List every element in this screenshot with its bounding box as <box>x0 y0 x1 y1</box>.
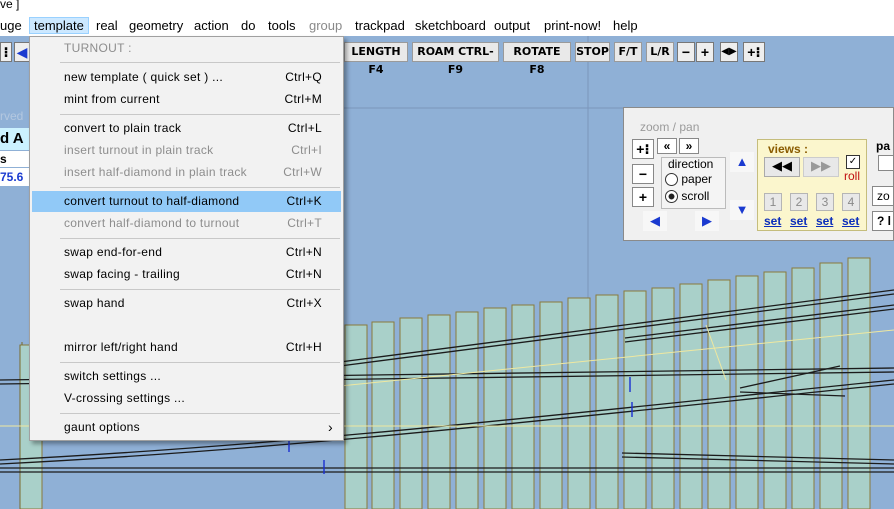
zoom-plus-icon[interactable]: + <box>632 187 654 207</box>
insert-turnout-item[interactable]: insert turnout in plain track Ctrl+I <box>32 140 341 161</box>
mint-from-current-item[interactable]: mint from current Ctrl+M <box>32 89 341 110</box>
convert-plain-track-item[interactable]: convert to plain track Ctrl+L <box>32 118 341 139</box>
menu-geometry[interactable]: geometry <box>125 17 187 34</box>
convert-to-half-diamond-item[interactable]: convert turnout to half-diamond Ctrl+K <box>32 191 341 212</box>
title-bar: ve ] <box>0 0 894 14</box>
direction-label: direction <box>668 157 714 171</box>
view-1-button[interactable]: 1 <box>764 193 782 211</box>
scroll-option[interactable]: scroll <box>665 189 710 204</box>
menu-template[interactable]: template <box>29 17 89 34</box>
menu-separator <box>60 238 340 239</box>
direction-group: direction paper scroll <box>661 157 726 209</box>
views-back-icon[interactable]: ◀◀ <box>764 157 800 177</box>
gaunt-options-item[interactable]: gaunt options › <box>32 417 341 438</box>
paper-label: paper <box>681 172 713 186</box>
roam-button[interactable]: ROAM CTRL-F9 <box>412 42 499 76</box>
zoom-help-button[interactable]: ? l <box>872 211 894 231</box>
left-panel-info: s nov <box>0 151 30 167</box>
scroll-label: scroll <box>681 189 710 203</box>
pan-left-icon[interactable]: ◀ <box>643 211 667 231</box>
add-mark-icon[interactable]: +⁝ <box>743 42 765 62</box>
pan-down-icon[interactable]: ▼ <box>730 200 754 220</box>
menu-print-now[interactable]: print-now! <box>540 17 605 34</box>
view-3-set[interactable]: set <box>816 214 833 228</box>
toolbar-back-icon[interactable]: ◀ <box>14 42 30 62</box>
view-2-set[interactable]: set <box>790 214 807 228</box>
zoom-button[interactable]: zo <box>872 186 894 206</box>
swap-end-for-end-item[interactable]: swap end-for-end Ctrl+N <box>32 242 341 263</box>
swap-hand-item[interactable]: swap hand Ctrl+X <box>32 293 341 314</box>
menu-sketchboard[interactable]: sketchboard <box>411 17 490 34</box>
menu-separator <box>60 62 340 63</box>
pan-up-icon[interactable]: ▲ <box>730 152 754 172</box>
toolbar-left-icon[interactable]: ⁝ <box>0 42 12 62</box>
pan-widget[interactable] <box>878 155 894 171</box>
roll-checkbox[interactable]: ✓ <box>846 155 860 169</box>
paper-radio-icon[interactable] <box>665 173 678 187</box>
new-template-item[interactable]: new template ( quick set ) ... Ctrl+Q <box>32 67 341 88</box>
menu-separator <box>60 413 340 414</box>
window-title: ve ] <box>0 0 20 11</box>
views-forward-icon[interactable]: ▶▶ <box>803 157 839 177</box>
fast-forward-icon[interactable]: » <box>679 138 699 154</box>
rewind-icon[interactable]: « <box>657 138 677 154</box>
left-panel-status: rved <box>0 107 30 126</box>
zoom-pan-title: zoom / pan <box>640 120 700 134</box>
ft-button[interactable]: F/T <box>614 42 642 62</box>
mirror-hand-item[interactable]: mirror left/right hand Ctrl+H <box>32 337 341 358</box>
roll-label: roll <box>844 169 861 183</box>
view-4-button[interactable]: 4 <box>842 193 860 211</box>
menu-separator <box>60 362 340 363</box>
zoom-out-icon[interactable]: − <box>677 42 695 62</box>
v-crossing-settings-item[interactable]: V-crossing settings ... <box>32 388 341 409</box>
stop-button[interactable]: STOP <box>575 42 610 62</box>
menu-separator <box>60 289 340 290</box>
fit-width-icon[interactable]: ◀▶ <box>720 42 738 62</box>
menu-do[interactable]: do <box>237 17 259 34</box>
length-button[interactable]: LENGTH F4 <box>344 42 408 76</box>
left-panel-name: d A <box>0 128 30 150</box>
menu-action[interactable]: action <box>190 17 233 34</box>
views-label: views : <box>768 142 809 156</box>
lr-button[interactable]: L/R <box>646 42 674 62</box>
zoom-add-mark-icon[interactable]: +⁝ <box>632 139 654 159</box>
submenu-arrow-icon: › <box>328 419 333 435</box>
view-3-button[interactable]: 3 <box>816 193 834 211</box>
pan-label: pa <box>876 139 891 153</box>
menu-bar: uge template real geometry action do too… <box>0 14 894 36</box>
view-2-button[interactable]: 2 <box>790 193 808 211</box>
menu-separator <box>60 114 340 115</box>
insert-half-diamond-item[interactable]: insert half-diamond in plain track Ctrl+W <box>32 162 341 183</box>
menu-real[interactable]: real <box>92 17 122 34</box>
menu-group[interactable]: group <box>305 17 346 34</box>
turnout-header: TURNOUT : <box>64 41 132 55</box>
menu-separator <box>60 187 340 188</box>
scroll-radio-icon[interactable] <box>665 190 678 204</box>
left-panel-value: 75.6 <box>0 168 30 186</box>
paper-option[interactable]: paper <box>665 172 713 187</box>
menu-trackpad[interactable]: trackpad <box>351 17 409 34</box>
zoom-in-icon[interactable]: + <box>696 42 714 62</box>
menu-output[interactable]: output <box>490 17 534 34</box>
views-box: views : ◀◀ ▶▶ ✓ roll 1 2 3 4 set set set… <box>757 139 867 231</box>
menu-tools[interactable]: tools <box>264 17 299 34</box>
swap-facing-trailing-item[interactable]: swap facing - trailing Ctrl+N <box>32 264 341 285</box>
pan-right-icon[interactable]: ▶ <box>695 211 719 231</box>
convert-half-diamond-to-turnout-item[interactable]: convert half-diamond to turnout Ctrl+T <box>32 213 341 234</box>
view-1-set[interactable]: set <box>764 214 781 228</box>
zoom-minus-icon[interactable]: − <box>632 164 654 184</box>
menu-help[interactable]: help <box>609 17 642 34</box>
view-4-set[interactable]: set <box>842 214 859 228</box>
switch-settings-item[interactable]: switch settings ... <box>32 366 341 387</box>
template-menu-dropdown: TURNOUT : new template ( quick set ) ...… <box>29 36 344 441</box>
rotate-button[interactable]: ROTATE F8 <box>503 42 571 76</box>
menu-gauge[interactable]: uge <box>0 17 26 34</box>
